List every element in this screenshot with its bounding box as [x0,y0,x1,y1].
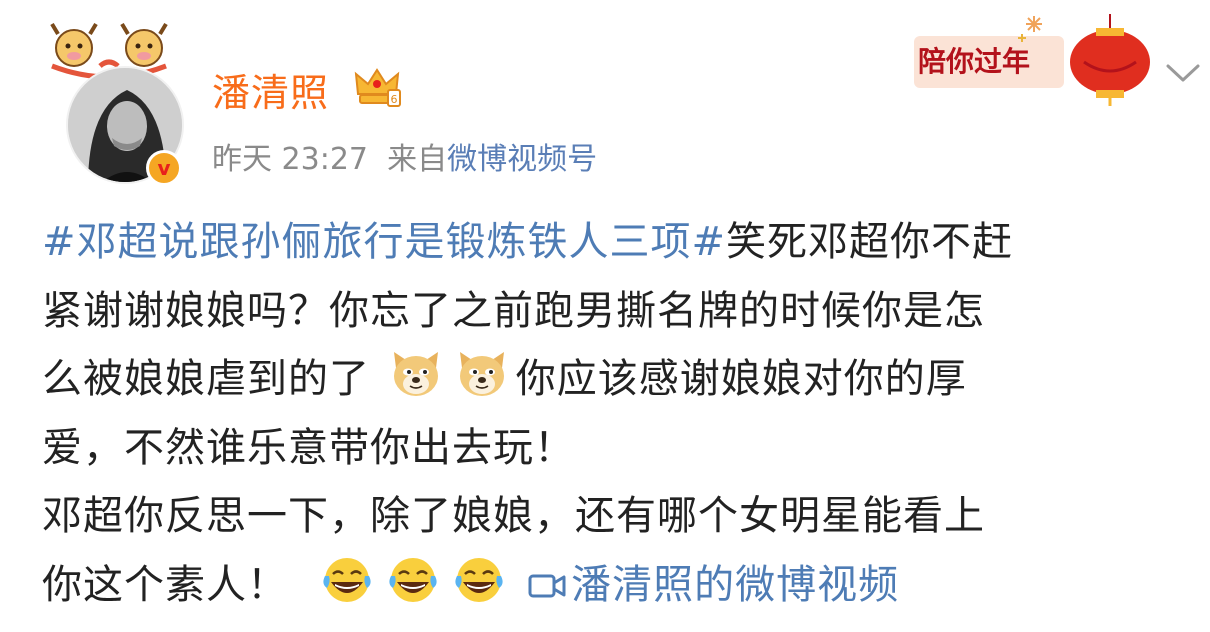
chevron-down-icon[interactable] [1164,60,1202,86]
doge-emoji-icon [454,348,512,400]
body-text: 你应该感谢娘娘对你的厚 [515,356,967,402]
hashtag-link[interactable]: #邓超说跟孙俪旅行是锻炼铁人三项# [42,219,726,265]
post-line: 紧谢谢娘娘吗？你忘了之前跑男撕名牌的时候你是怎 [42,287,985,334]
post-line: #邓超说跟孙俪旅行是锻炼铁人三项#笑死邓超你不赶 [42,208,1192,277]
laugh-cry-emoji-icon [451,554,509,606]
video-link[interactable]: 潘清照的微博视频 [527,562,899,608]
new-year-banner[interactable]: 陪你过年 [914,10,1154,106]
laugh-cry-emoji-icon [319,554,377,606]
video-camera-icon [528,574,566,597]
post-line: 你这个素人！ 潘清照的微博视频 [42,551,1192,620]
post-line: 么被娘娘虐到的了 你应该感谢娘娘对你的厚 [42,345,1192,414]
source-link[interactable]: 微博视频号 [447,142,597,177]
doge-emoji-icon [388,348,446,400]
author-name[interactable]: 潘清照 [212,62,329,117]
avatar-block[interactable]: v [40,14,184,186]
body-text: 你这个素人！ [42,561,288,608]
banner-label: 陪你过年 [918,45,1031,78]
post-line: 爱，不然谁乐意带你出去玩！ [42,424,575,471]
crown-icon[interactable]: 6 [352,64,402,110]
laugh-cry-emoji-icon [385,554,443,606]
svg-text:6: 6 [391,93,398,106]
timestamp-day: 昨天 [212,142,272,177]
timestamp-time: 23:27 [281,142,369,177]
post-line: 邓超你反思一下，除了娘娘，还有哪个女明星能看上 [42,493,985,539]
verified-badge-icon: v [146,150,182,186]
post-text: #邓超说跟孙俪旅行是锻炼铁人三项#笑死邓超你不赶 紧谢谢娘娘吗？你忘了之前跑男撕… [42,208,1192,619]
post-meta: 昨天 23:27 来自微博视频号 [212,134,597,178]
source-prefix: 来自 [387,142,448,177]
video-link-label[interactable]: 潘清照的微博视频 [571,562,899,608]
body-text: 笑死邓超你不赶 [726,219,1014,265]
body-text: 么被娘娘虐到的了 [42,356,370,402]
